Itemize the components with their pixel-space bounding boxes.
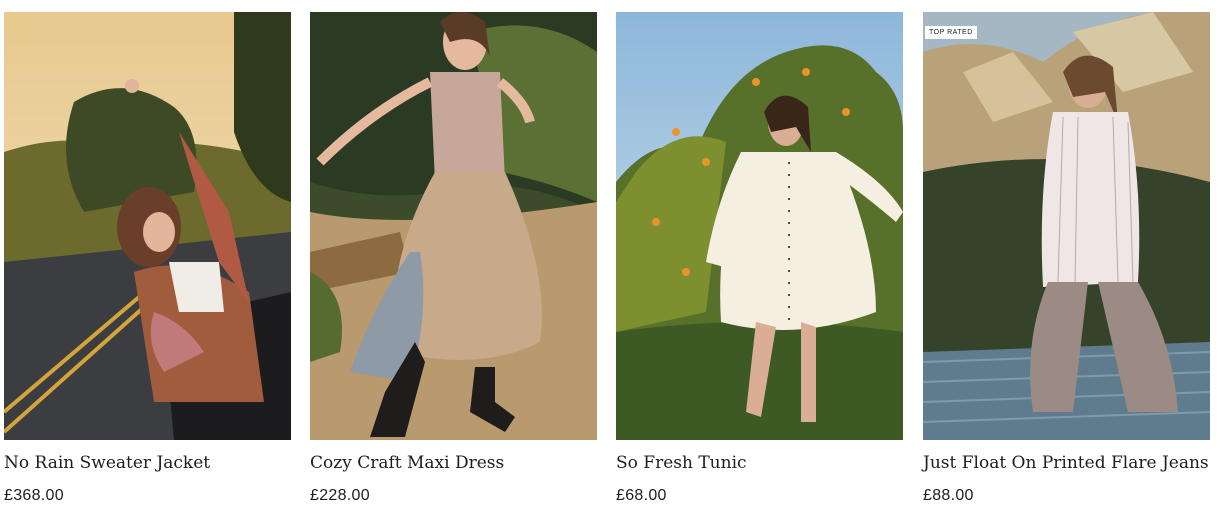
product-card[interactable]: Cozy Craft Maxi Dress £228.00 [310, 12, 597, 510]
product-price: £368.00 [4, 487, 64, 504]
product-image[interactable] [616, 12, 903, 440]
product-image[interactable]: TOP RATED [923, 12, 1210, 440]
product-price: £68.00 [616, 487, 667, 504]
top-rated-badge: TOP RATED [925, 26, 977, 39]
product-name[interactable]: Just Float On Printed Flare Jeans [923, 453, 1209, 473]
product-card[interactable]: TOP RATED Just Float On Printed Flare Je… [923, 12, 1210, 510]
product-image[interactable] [310, 12, 597, 440]
product-name[interactable]: No Rain Sweater Jacket [4, 453, 210, 473]
product-name[interactable]: Cozy Craft Maxi Dress [310, 453, 504, 473]
product-grid: No Rain Sweater Jacket £368.00 Cozy Craf… [0, 0, 1222, 510]
product-image[interactable] [4, 12, 291, 440]
product-card[interactable]: No Rain Sweater Jacket £368.00 [4, 12, 291, 510]
product-name[interactable]: So Fresh Tunic [616, 453, 747, 473]
product-card[interactable]: So Fresh Tunic £68.00 [616, 12, 903, 510]
product-price: £228.00 [310, 487, 370, 504]
product-price: £88.00 [923, 487, 974, 504]
